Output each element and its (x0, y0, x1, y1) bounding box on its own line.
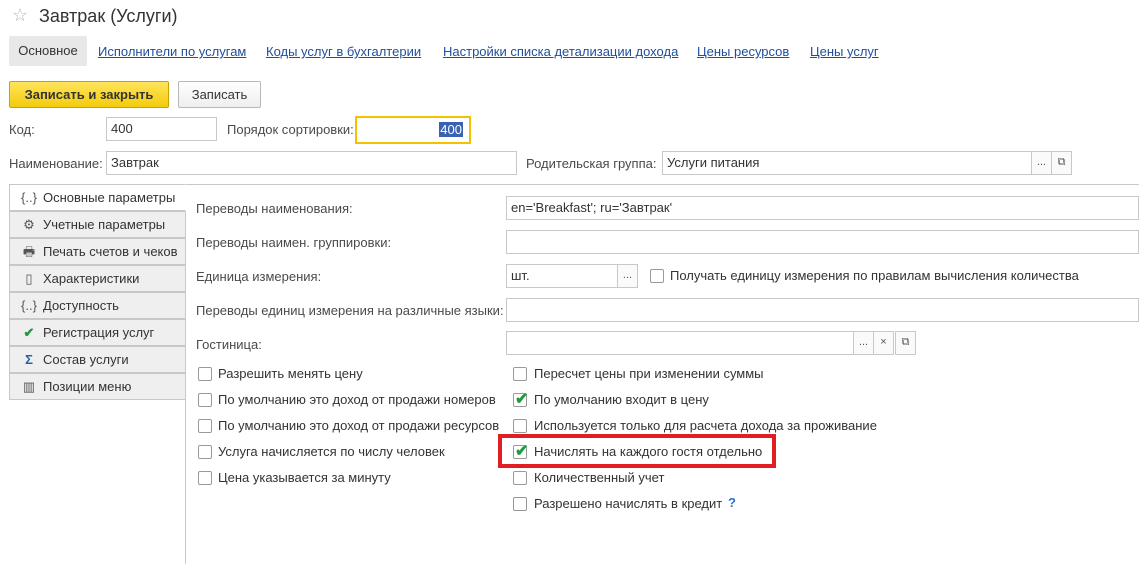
quantity-accounting-label: Количественный учет (534, 470, 665, 485)
side-tab-accounting-params[interactable]: ⚙ Учетные параметры (9, 211, 186, 238)
translations-input[interactable]: en='Breakfast'; ru='Завтрак' (506, 196, 1139, 220)
tab-main[interactable]: Основное (9, 36, 87, 66)
side-tab-availability[interactable]: {..} Доступность (9, 292, 186, 319)
allow-price-change-label: Разрешить менять цену (218, 366, 363, 381)
side-tab-print[interactable]: 🖶 Печать счетов и чеков (9, 238, 186, 265)
allow-price-change-checkbox[interactable] (198, 367, 212, 381)
gear-icon: ⚙ (23, 217, 35, 232)
save-and-close-button[interactable]: Записать и закрыть (9, 81, 169, 108)
side-tab-characteristics[interactable]: ▯ Характеристики (9, 265, 186, 292)
side-tab-menu-items[interactable]: ▥ Позиции меню (9, 373, 186, 400)
unit-select-button[interactable]: ... (617, 264, 638, 288)
tab-accounting-codes[interactable]: Коды услуг в бухгалтерии (266, 44, 421, 59)
recalc-price-checkbox[interactable] (513, 367, 527, 381)
side-tab-service-composition[interactable]: Σ Состав услуги (9, 346, 186, 373)
document-icon: ▯ (25, 271, 33, 286)
included-in-price-label: По умолчанию входит в цену (534, 392, 709, 407)
checkmark-icon: ✔ (515, 391, 529, 408)
side-tab-label: Регистрация услуг (43, 325, 155, 340)
name-input[interactable]: Завтрак (106, 151, 517, 175)
credit-allowed-checkbox[interactable] (513, 497, 527, 511)
hotel-clear-icon[interactable]: × (873, 331, 894, 355)
sort-order-selected-text: 400 (439, 122, 463, 137)
tab-performers[interactable]: Исполнители по услугам (98, 44, 246, 59)
side-tab-label: Учетные параметры (43, 217, 166, 232)
side-tab-service-registration[interactable]: ✔ Регистрация услуг (9, 319, 186, 346)
recalc-price-label: Пересчет цены при изменении суммы (534, 366, 764, 381)
unit-translations-input[interactable] (506, 298, 1139, 322)
parent-group-label: Родительская группа: (526, 156, 657, 171)
side-tabs-divider (185, 211, 186, 564)
charge-per-person-label: Услуга начисляется по числу человек (218, 444, 445, 459)
included-in-price-checkbox[interactable]: ✔ (513, 391, 528, 408)
sigma-icon: Σ (25, 352, 33, 367)
braces-icon: {..} (21, 190, 37, 205)
room-income-default-label: По умолчанию это доход от продажи номеро… (218, 392, 496, 407)
group-translations-input[interactable] (506, 230, 1139, 254)
favorite-star-icon[interactable]: ☆ (12, 5, 28, 26)
parent-group-input[interactable]: Услуги питания (662, 151, 1032, 175)
unit-rule-label: Получать единицу измерения по правилам в… (670, 268, 1079, 283)
side-tab-label: Основные параметры (43, 190, 176, 205)
checkmark-icon: ✔ (23, 325, 35, 340)
charge-per-person-checkbox[interactable] (198, 445, 212, 459)
unit-translations-label: Переводы единиц измерения на различные я… (196, 303, 504, 318)
window-title: Завтрак (Услуги) (39, 6, 178, 26)
resource-income-default-label: По умолчанию это доход от продажи ресурс… (218, 418, 500, 433)
side-tab-label: Доступность (43, 298, 119, 313)
printer-icon: 🖶 (22, 244, 36, 259)
save-button[interactable]: Записать (178, 81, 261, 108)
side-tab-main-params[interactable]: {..} Основные параметры (9, 184, 186, 211)
translations-label: Переводы наименования: (196, 201, 353, 216)
accommodation-income-only-label: Используется только для расчета дохода з… (534, 418, 877, 433)
tab-resource-prices[interactable]: Цены ресурсов (697, 44, 789, 59)
hotel-input[interactable] (506, 331, 854, 355)
content-divider (186, 184, 1139, 185)
room-income-default-checkbox[interactable] (198, 393, 212, 407)
tab-service-prices[interactable]: Цены услуг (810, 44, 879, 59)
hotel-open-icon[interactable]: ⧉ (895, 331, 916, 355)
help-question-icon[interactable]: ? (728, 495, 736, 510)
unit-input[interactable]: шт. (506, 264, 618, 288)
parent-group-open-icon[interactable]: ⧉ (1051, 151, 1072, 175)
sort-order-input[interactable]: 400 (355, 116, 471, 144)
credit-allowed-label: Разрешено начислять в кредит (534, 496, 723, 511)
hotel-label: Гостиница: (196, 337, 262, 352)
accommodation-income-only-checkbox[interactable] (513, 419, 527, 433)
sort-order-label: Порядок сортировки: (227, 122, 354, 137)
unit-label: Единица измерения: (196, 269, 322, 284)
quantity-accounting-checkbox[interactable] (513, 471, 527, 485)
code-label: Код: (9, 122, 35, 137)
price-per-minute-label: Цена указывается за минуту (218, 470, 391, 485)
side-tab-label: Позиции меню (43, 379, 132, 394)
tab-income-detail-settings[interactable]: Настройки списка детализации дохода (443, 44, 678, 59)
hotel-select-button[interactable]: ... (853, 331, 874, 355)
side-tab-label: Состав услуги (43, 352, 129, 367)
price-per-minute-checkbox[interactable] (198, 471, 212, 485)
bottles-icon: ▥ (22, 379, 36, 394)
resource-income-default-checkbox[interactable] (198, 419, 212, 433)
parent-group-select-button[interactable]: ... (1031, 151, 1052, 175)
name-label: Наименование: (9, 156, 103, 171)
side-tab-label: Характеристики (43, 271, 140, 286)
highlight-frame (498, 434, 776, 468)
unit-rule-checkbox[interactable] (650, 269, 664, 283)
braces-icon: {..} (21, 298, 37, 313)
code-input[interactable]: 400 (106, 117, 217, 141)
side-tab-label: Печать счетов и чеков (43, 244, 178, 259)
group-translations-label: Переводы наимен. группировки: (196, 235, 392, 250)
